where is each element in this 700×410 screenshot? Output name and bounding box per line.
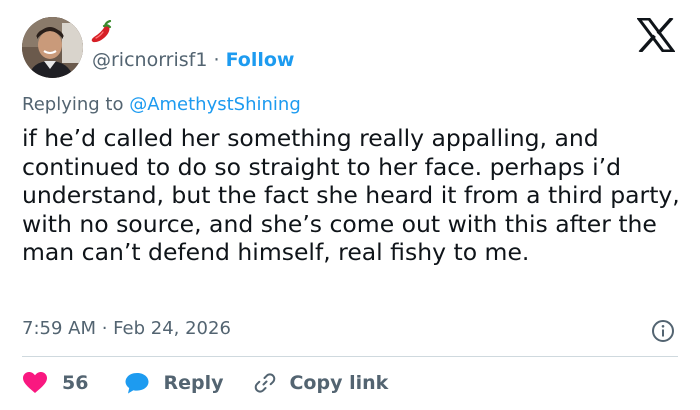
user-handle-row: @ricnorrisf1 · Follow: [92, 47, 295, 73]
reply-button[interactable]: Reply: [124, 371, 223, 395]
like-button[interactable]: 56: [22, 371, 88, 395]
hot-pepper-emoji-icon: [91, 20, 112, 43]
tweet-text: if he’d called her something really appa…: [22, 124, 680, 266]
avatar-photo: [22, 17, 83, 78]
heart-icon: [23, 372, 47, 393]
divider: [22, 356, 678, 357]
like-count: 56: [62, 372, 89, 394]
separator-dot: ·: [213, 49, 220, 71]
replying-to-label: Replying to: [22, 94, 130, 115]
tweet-timestamp[interactable]: 7:59 AM · Feb 24, 2026: [22, 317, 231, 341]
speech-bubble-icon: [125, 373, 149, 394]
reply-mention-link[interactable]: @AmethystShining: [129, 94, 301, 115]
copy-link-button[interactable]: Copy link: [253, 371, 388, 395]
x-logo-icon[interactable]: [637, 18, 675, 52]
action-bar: 56 Reply Copy link: [22, 369, 388, 397]
replying-to: Replying to @AmethystShining: [22, 93, 301, 117]
copy-link-label: Copy link: [289, 372, 389, 394]
link-icon: [255, 373, 276, 393]
info-icon[interactable]: [651, 319, 675, 343]
follow-button[interactable]: Follow: [226, 49, 295, 71]
avatar[interactable]: [22, 17, 83, 78]
reply-label: Reply: [163, 372, 224, 394]
user-handle[interactable]: @ricnorrisf1: [92, 49, 207, 71]
